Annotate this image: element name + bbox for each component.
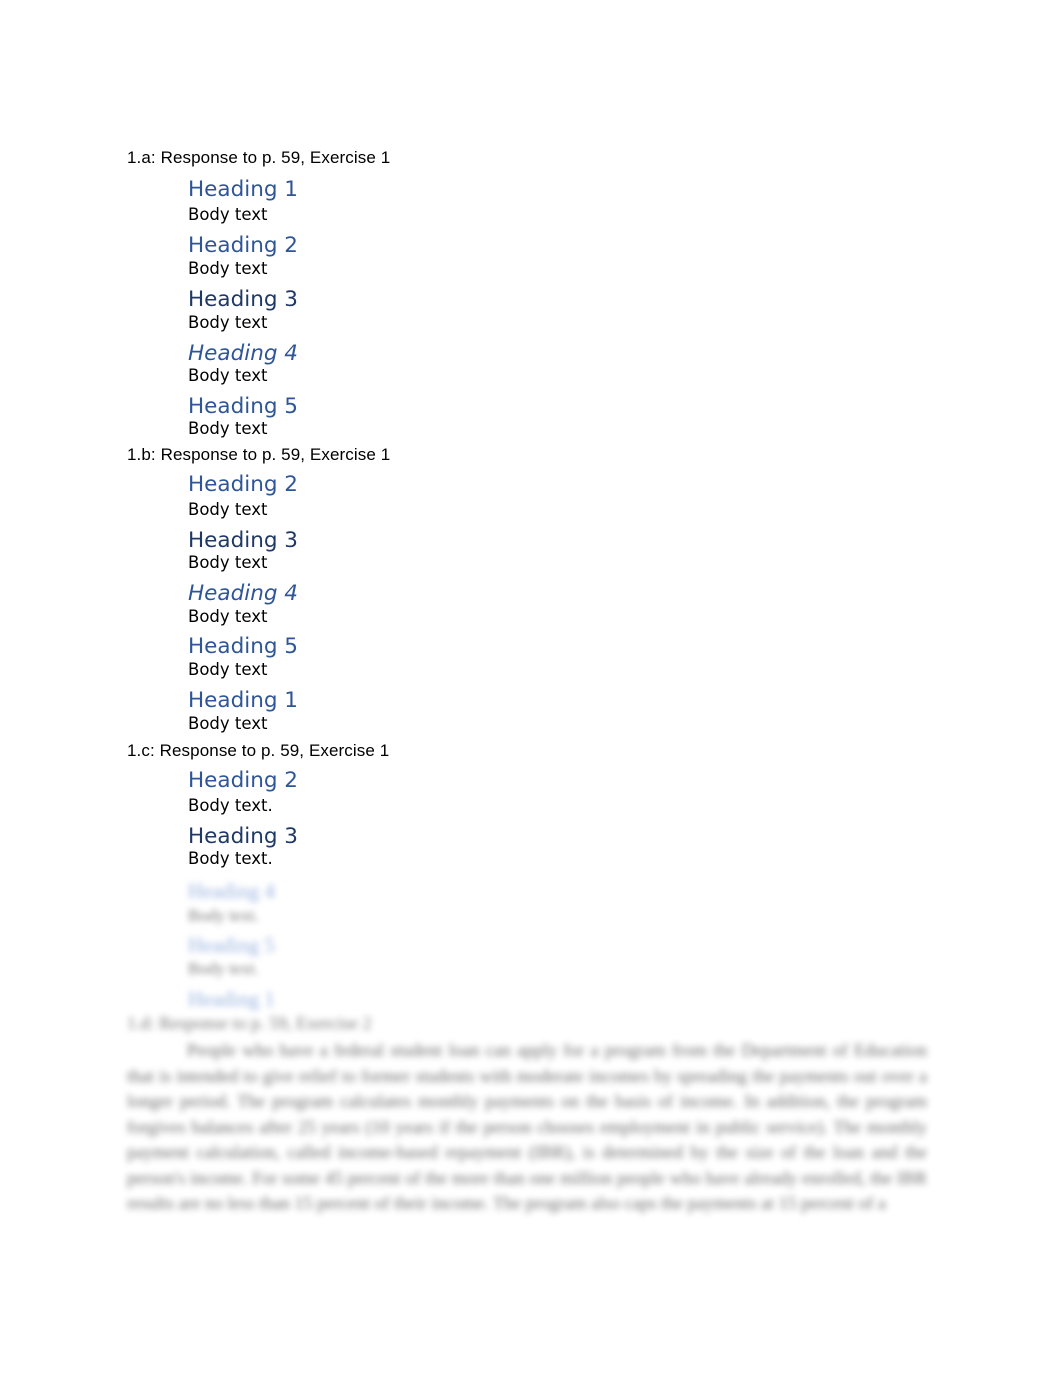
heading-3: Heading 3 xyxy=(188,287,298,312)
heading-2: Heading 2 xyxy=(188,768,298,793)
heading-1: Heading 1 xyxy=(188,177,298,202)
blurred-body-text: Body text. xyxy=(188,959,259,978)
heading-2: Heading 2 xyxy=(188,233,298,258)
blurred-heading: Heading 5 xyxy=(188,933,275,957)
body-text: Body text xyxy=(188,500,268,519)
blurred-heading: Heading 1 xyxy=(188,987,275,1011)
blurred-heading: Heading 4 xyxy=(188,879,275,903)
section-label-1a: 1.a: Response to p. 59, Exercise 1 xyxy=(127,148,391,167)
body-text: Body text xyxy=(188,419,268,438)
body-text: Body text xyxy=(188,553,268,572)
heading-2: Heading 2 xyxy=(188,472,298,497)
body-text: Body text xyxy=(188,607,268,626)
body-text: Body text. xyxy=(188,796,273,815)
body-text: Body text xyxy=(188,714,268,733)
heading-5: Heading 5 xyxy=(188,634,298,659)
heading-1: Heading 1 xyxy=(188,688,298,713)
body-text: Body text xyxy=(188,205,268,224)
blurred-body-text: Body text. xyxy=(188,906,259,925)
section-label-1b: 1.b: Response to p. 59, Exercise 1 xyxy=(127,445,391,464)
body-text: Body text. xyxy=(188,849,273,868)
heading-4: Heading 4 xyxy=(188,581,298,606)
heading-3: Heading 3 xyxy=(188,528,298,553)
blurred-paragraph: People who have a federal student loan c… xyxy=(127,1040,927,1213)
document-page: 1.a: Response to p. 59, Exercise 1 Headi… xyxy=(0,0,1062,1376)
section-label-1c: 1.c: Response to p. 59, Exercise 1 xyxy=(127,741,390,760)
heading-5: Heading 5 xyxy=(188,394,298,419)
blurred-section-label: 1.d: Response to p. 59, Exercise 2 xyxy=(127,1013,372,1033)
heading-4: Heading 4 xyxy=(188,341,298,366)
body-text: Body text xyxy=(188,313,268,332)
body-text: Body text xyxy=(188,259,268,278)
heading-3: Heading 3 xyxy=(188,824,298,849)
body-text: Body text xyxy=(188,660,268,679)
body-text: Body text xyxy=(188,366,268,385)
